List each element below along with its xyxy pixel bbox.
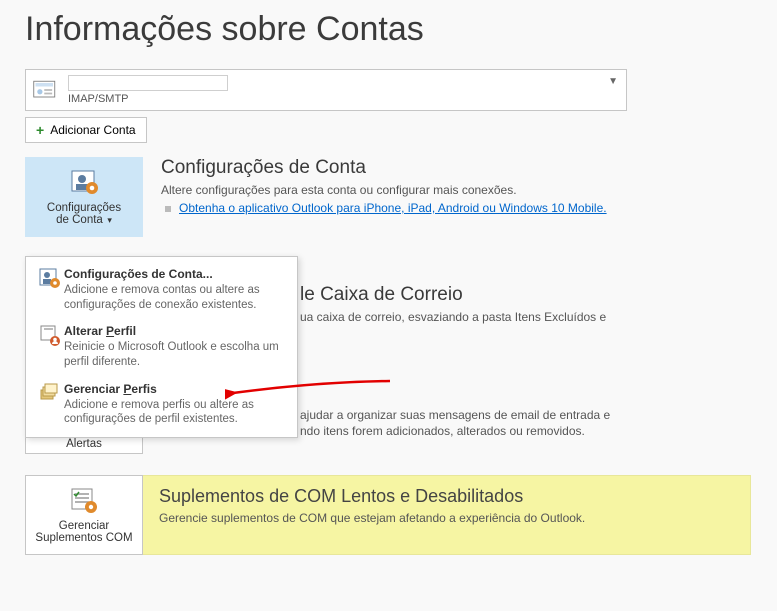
account-dropdown-caret-icon: ▼ xyxy=(608,76,618,87)
mailbox-line1: ua caixa de correio, esvaziando a pasta … xyxy=(300,310,606,324)
com-section-title: Suplementos de COM Lentos e Desabilitado… xyxy=(159,486,734,507)
account-card-icon xyxy=(32,76,60,104)
account-settings-icon xyxy=(68,168,100,198)
com-addins-icon xyxy=(68,486,100,516)
com-section-desc: Gerencie suplementos de COM que estejam … xyxy=(159,511,734,525)
account-email-field xyxy=(68,75,228,91)
chevron-down-icon: ▾ xyxy=(105,215,112,225)
config-conta-dropdown: Configurações de Conta... Adicione e rem… xyxy=(25,256,298,438)
gerenciar-com-button[interactable]: Gerenciar Suplementos COM xyxy=(25,475,143,555)
manage-profiles-icon xyxy=(38,382,62,406)
add-account-label: Adicionar Conta xyxy=(50,123,135,137)
config-conta-button[interactable]: Configurações de Conta ▾ xyxy=(25,157,143,237)
change-profile-icon xyxy=(38,324,62,348)
add-account-button[interactable]: + Adicionar Conta xyxy=(25,117,147,143)
plus-icon: + xyxy=(36,122,44,138)
bullet-icon xyxy=(165,206,171,212)
mailbox-title-partial: le Caixa de Correio xyxy=(300,284,463,306)
outlook-mobile-link[interactable]: Obtenha o aplicativo Outlook para iPhone… xyxy=(179,201,607,215)
mailbox-line2a: ajudar a organizar suas mensagens de ema… xyxy=(300,408,610,422)
account-protocol: IMAP/SMTP xyxy=(68,93,620,105)
menu-gerenciar-perfis[interactable]: Gerenciar Perfis Adicione e remova perfi… xyxy=(26,376,297,433)
menu-alterar-perfil[interactable]: Alterar Perfil Reinicie o Microsoft Outl… xyxy=(26,318,297,375)
config-section-desc: Altere configurações para esta conta ou … xyxy=(161,183,752,197)
account-selector[interactable]: IMAP/SMTP ▼ xyxy=(25,69,627,111)
page-title: Informações sobre Contas xyxy=(25,10,752,49)
menu-configuracoes-conta[interactable]: Configurações de Conta... Adicione e rem… xyxy=(26,261,297,318)
mailbox-line2b: ndo itens forem adicionados, alterados o… xyxy=(300,424,585,438)
config-section-title: Configurações de Conta xyxy=(161,157,752,179)
account-settings-small-icon xyxy=(38,267,62,291)
